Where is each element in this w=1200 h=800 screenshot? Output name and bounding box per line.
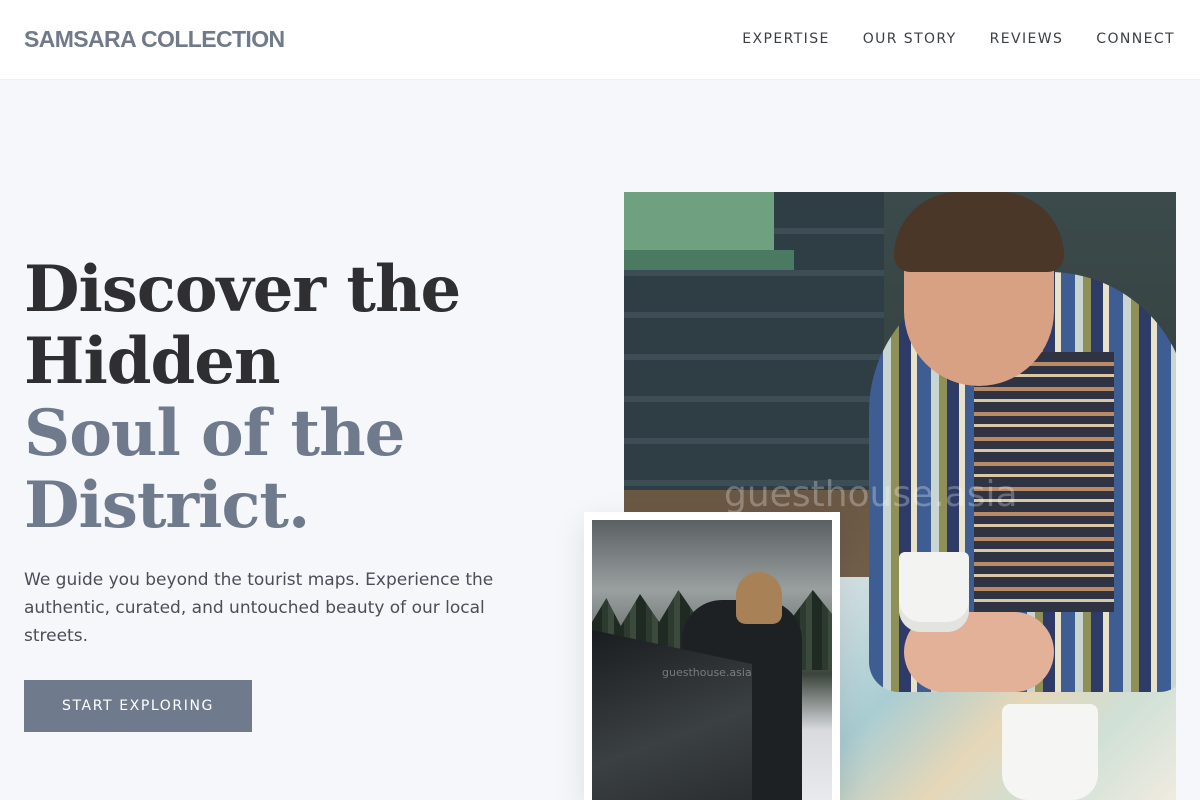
headline-line-4: District. — [24, 468, 310, 543]
headline-line-1: Discover the — [24, 252, 461, 327]
nav-our-story[interactable]: OUR STORY — [863, 31, 957, 47]
hero-description: We guide you beyond the tourist maps. Ex… — [24, 570, 494, 646]
start-exploring-button[interactable]: START EXPLORING — [24, 680, 252, 732]
secondary-photo-watermark: guesthouse.asia — [662, 666, 752, 679]
hero-secondary-photo: guesthouse.asia — [584, 512, 840, 800]
main-nav: EXPERTISE OUR STORY REVIEWS CONNECT — [742, 31, 1175, 47]
secondary-photo-frame: guesthouse.asia — [592, 520, 832, 800]
headline-line-3: Soul of the — [24, 396, 405, 471]
photo-beanie — [736, 572, 782, 624]
nav-reviews[interactable]: REVIEWS — [990, 31, 1064, 47]
nav-expertise[interactable]: EXPERTISE — [742, 31, 829, 47]
hero-headline: Discover the Hidden Soul of the District… — [24, 252, 461, 543]
brand-logo[interactable]: SAMSARA COLLECTION — [24, 26, 285, 53]
main-photo-watermark: guesthouse.asia — [724, 474, 1018, 515]
photo-coffee-cup — [899, 552, 969, 632]
site-header: SAMSARA COLLECTION EXPERTISE OUR STORY R… — [0, 0, 1200, 80]
headline-line-2: Hidden — [24, 324, 281, 399]
photo-green-trim-lower — [624, 250, 794, 270]
photo-man-hair — [894, 192, 1064, 272]
photo-green-trim — [624, 192, 774, 250]
nav-connect[interactable]: CONNECT — [1096, 31, 1175, 47]
photo-coffee-cup-front — [1002, 704, 1098, 800]
